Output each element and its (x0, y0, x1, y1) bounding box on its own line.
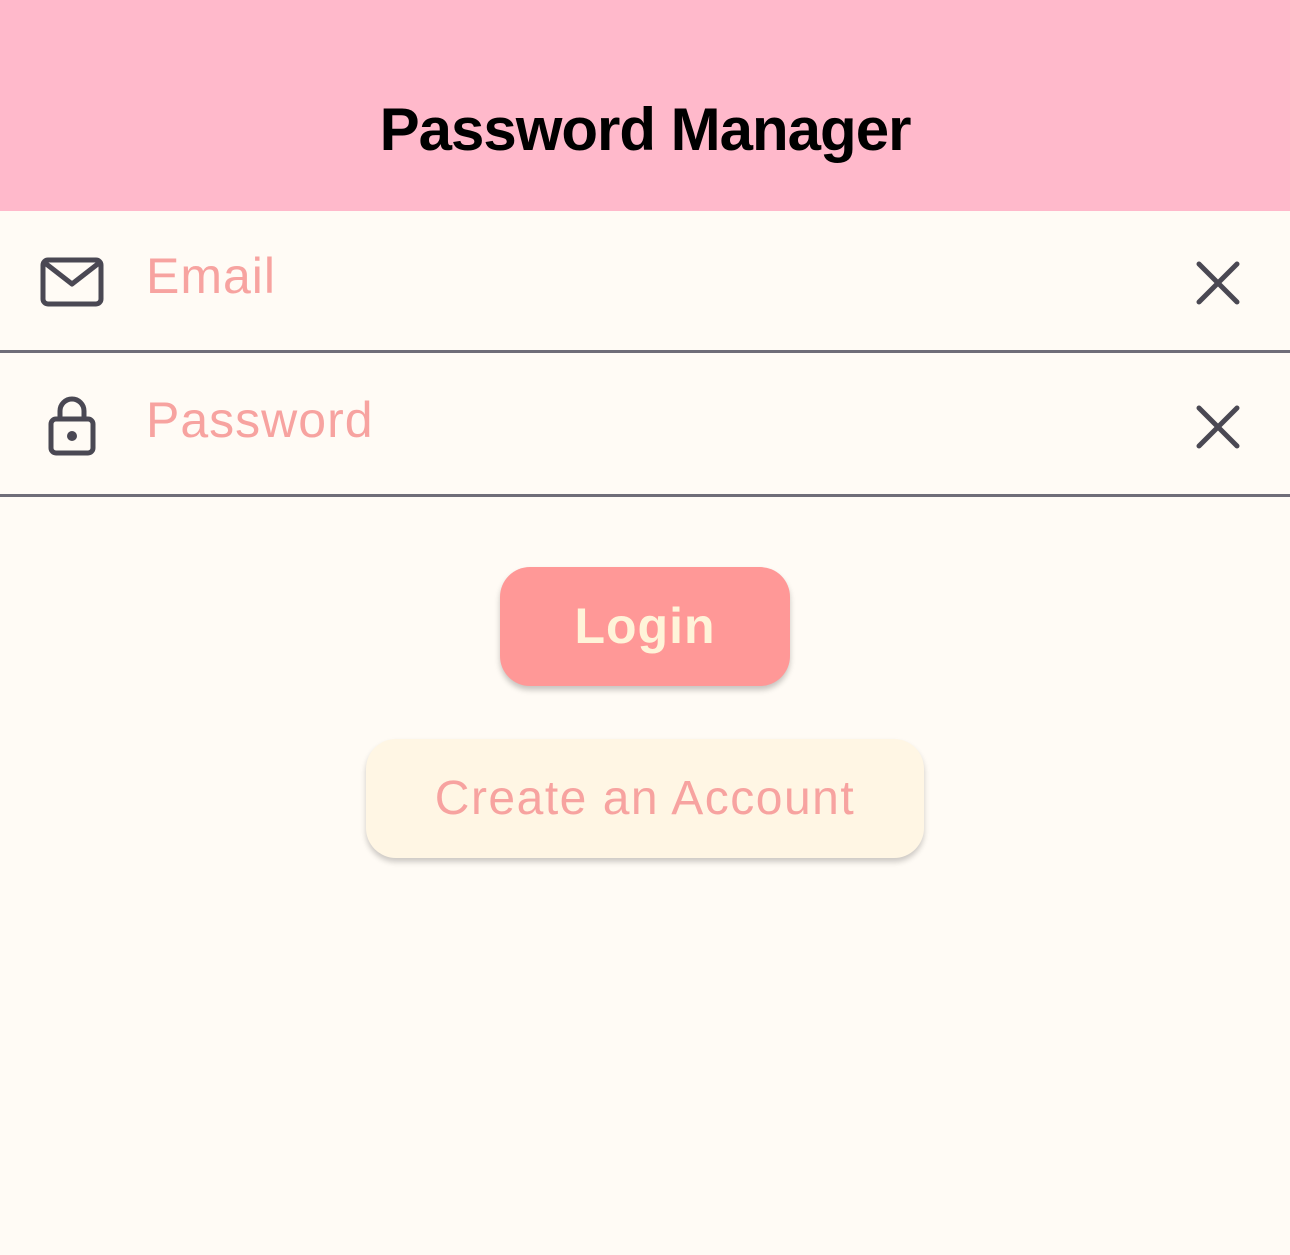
mail-icon (40, 251, 104, 315)
create-account-button[interactable]: Create an Account (366, 739, 924, 858)
clear-email-button[interactable] (1188, 253, 1248, 313)
email-input[interactable] (146, 241, 1146, 311)
close-icon (1196, 405, 1240, 449)
login-button[interactable]: Login (500, 567, 790, 686)
lock-icon (40, 393, 104, 457)
password-field-row (0, 355, 1290, 497)
clear-password-button[interactable] (1188, 397, 1248, 457)
password-input[interactable] (146, 385, 1146, 455)
page-title: Password Manager (379, 96, 912, 163)
close-icon (1196, 261, 1240, 305)
email-field-row (0, 211, 1290, 353)
app-bar: Password Manager (0, 0, 1290, 211)
